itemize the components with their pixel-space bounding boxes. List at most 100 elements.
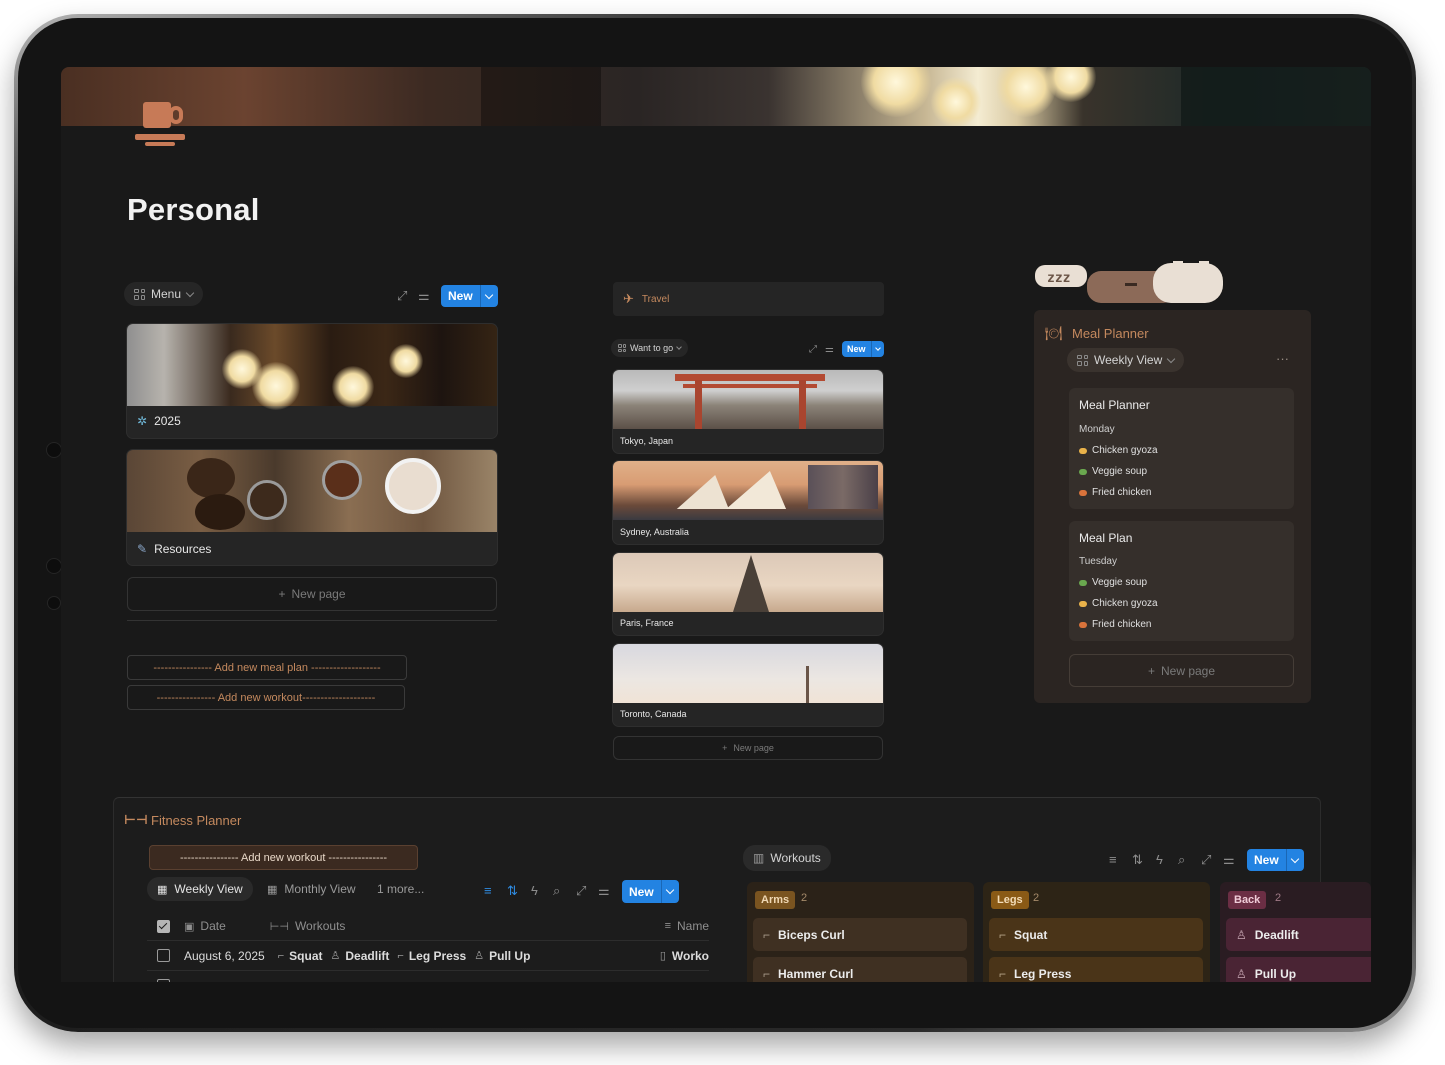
meal-view-selector[interactable]: Weekly View — [1067, 348, 1185, 372]
tab-more-views[interactable]: 1 more... — [367, 877, 434, 901]
plus-icon: + — [278, 587, 286, 601]
filter-icon[interactable]: ≡ — [1109, 853, 1117, 867]
board-card-biceps-curl[interactable]: ⌐ Biceps Curl — [753, 918, 967, 951]
filter-icon[interactable]: ≡ — [484, 884, 492, 898]
more-options-icon[interactable]: ··· — [1276, 351, 1289, 366]
travel-card-paris[interactable]: Paris, France — [613, 553, 883, 635]
expand-icon[interactable]: ⤢ — [397, 289, 407, 303]
skyline — [808, 465, 878, 509]
table-row[interactable] — [147, 970, 709, 982]
group-count: 2 — [1033, 892, 1040, 904]
travel-card-toronto[interactable]: Toronto, Canada — [613, 644, 883, 726]
coffee-cup-icon[interactable] — [131, 100, 191, 150]
lamp-glow — [252, 362, 300, 410]
sydney-photo — [613, 461, 883, 520]
chevron-down-icon[interactable] — [870, 341, 884, 357]
search-icon[interactable]: ⌕ — [553, 884, 560, 898]
chevron-down-icon[interactable] — [479, 285, 498, 307]
page-title: Personal — [127, 192, 260, 227]
settings-sliders-icon[interactable]: ⚌ — [825, 343, 834, 357]
calendar-icon: ▣ — [184, 920, 195, 933]
portafilter — [247, 480, 287, 520]
shirt-icon: ♙ — [1236, 927, 1247, 942]
search-icon[interactable]: ⌕ — [1178, 853, 1185, 867]
plus-icon: + — [1147, 663, 1155, 678]
expand-icon[interactable]: ⤢ — [576, 884, 586, 898]
board-card-leg-press[interactable]: ⌐ Leg Press — [989, 957, 1203, 982]
automation-bolt-icon[interactable]: ϟ — [1156, 853, 1163, 867]
meal-new-page-button[interactable]: + New page — [1069, 654, 1294, 687]
settings-sliders-icon[interactable]: ⚌ — [418, 289, 430, 303]
travel-view-selector[interactable]: Want to go — [611, 339, 689, 357]
travel-card-tokyo[interactable]: Tokyo, Japan — [613, 370, 883, 453]
board-card-deadlift[interactable]: ♙ Deadlift — [1226, 918, 1371, 951]
shirt-icon: ♙ — [1236, 966, 1247, 981]
board-group-arms: Arms 2 ⌐ Biceps Curl ⌐ Hammer Curl — [747, 882, 974, 982]
workout-tag: Deadlift — [345, 948, 390, 963]
sort-icon[interactable]: ⇅ — [1132, 853, 1143, 867]
select-all-checkbox[interactable] — [157, 919, 170, 933]
group-tag: Legs — [991, 891, 1029, 909]
travel-card-sydney[interactable]: Sydney, Australia — [613, 461, 883, 544]
automation-bolt-icon[interactable]: ϟ — [531, 884, 538, 898]
add-workout-button[interactable]: ---------------- Add new workout--------… — [127, 685, 405, 710]
settings-sliders-icon[interactable]: ⚌ — [1223, 853, 1235, 867]
tab-monthly-view[interactable]: ▦ Monthly View — [257, 877, 366, 901]
row-checkbox[interactable] — [157, 979, 170, 982]
row-date: August 6, 2025 — [184, 948, 265, 963]
fitness-new-button[interactable]: New — [622, 880, 679, 903]
meal-card-monday[interactable]: Meal Planner Monday Chicken gyoza Veggie… — [1069, 388, 1294, 509]
column-workouts[interactable]: Workouts — [295, 919, 345, 933]
camera-dot — [46, 442, 62, 458]
meal-card-tuesday[interactable]: Meal Plan Tuesday Veggie soup Chicken gy… — [1069, 521, 1294, 641]
torii-pillar — [799, 380, 806, 429]
card-cover-image — [127, 450, 497, 532]
travel-new-page-button[interactable]: + New page — [613, 736, 883, 760]
menu-view-selector[interactable]: Menu — [124, 282, 204, 306]
group-count: 2 — [801, 892, 808, 904]
gallery-card-2025[interactable]: ✲ 2025 — [127, 324, 497, 438]
card-title: Toronto, Canada — [620, 709, 687, 719]
tab-weekly-view[interactable]: ▦ Weekly View — [147, 877, 253, 901]
column-date[interactable]: Date — [200, 919, 225, 933]
sort-icon[interactable]: ⇅ — [507, 884, 518, 898]
add-meal-plan-button[interactable]: ---------------- Add new meal plan -----… — [127, 655, 407, 680]
card-title: 2025 — [154, 414, 181, 428]
gallery-card-resources[interactable]: ✎ Resources — [127, 450, 497, 565]
expand-icon[interactable]: ⤢ — [809, 343, 817, 357]
settings-sliders-icon[interactable]: ⚌ — [598, 884, 610, 898]
table-row[interactable]: August 6, 2025 ⌐ Squat ♙ Deadlift ⌐ Leg … — [147, 940, 709, 970]
board-card-pull-up[interactable]: ♙ Pull Up — [1226, 957, 1371, 982]
shoe-icon: ⌐ — [999, 966, 1007, 981]
chevron-down-icon[interactable] — [1285, 849, 1304, 871]
meal-planner-panel: 🍽 Meal Planner Weekly View ··· Meal Plan… — [1034, 310, 1311, 703]
travel-callout[interactable]: ✈ Travel — [613, 282, 884, 316]
chevron-down-icon[interactable] — [660, 880, 679, 903]
board-card-squat[interactable]: ⌐ Squat — [989, 918, 1203, 951]
cover-shadow — [481, 67, 601, 126]
row-checkbox[interactable] — [157, 949, 170, 962]
menu-new-button[interactable]: New — [441, 285, 498, 307]
notion-page: Personal Menu ⤢ ⚌ New ✲ 2025 ✎ Resources… — [61, 67, 1371, 982]
fitness-planner-title: Fitness Planner — [151, 813, 242, 828]
plate-cutlery-icon: 🍽 — [1045, 325, 1063, 341]
workouts-board-view[interactable]: ▥ Workouts — [743, 845, 831, 871]
cover-light — [861, 67, 931, 117]
workout-tag: Squat — [289, 948, 323, 963]
table-icon: ▦ — [157, 883, 168, 896]
cover-light — [931, 77, 981, 126]
fitness-add-workout-button[interactable]: ---------------- Add new workout -------… — [149, 845, 418, 870]
card-title: Tokyo, Japan — [620, 436, 674, 446]
leaf-icon — [1079, 579, 1087, 586]
espresso-cup — [322, 460, 362, 500]
card-caption: ✲ 2025 — [137, 414, 181, 428]
board-card-hammer-curl[interactable]: ⌐ Hammer Curl — [753, 957, 967, 982]
expand-icon[interactable]: ⤢ — [1201, 853, 1211, 867]
meal-item: Chicken gyoza — [1079, 598, 1158, 609]
travel-new-button[interactable]: New — [842, 341, 884, 357]
menu-new-page-button[interactable]: + New page — [127, 577, 497, 611]
board-new-button[interactable]: New — [1247, 849, 1304, 871]
coffee-beans — [187, 458, 235, 498]
cover-image[interactable] — [61, 67, 1371, 126]
column-name[interactable]: Name — [677, 919, 709, 933]
